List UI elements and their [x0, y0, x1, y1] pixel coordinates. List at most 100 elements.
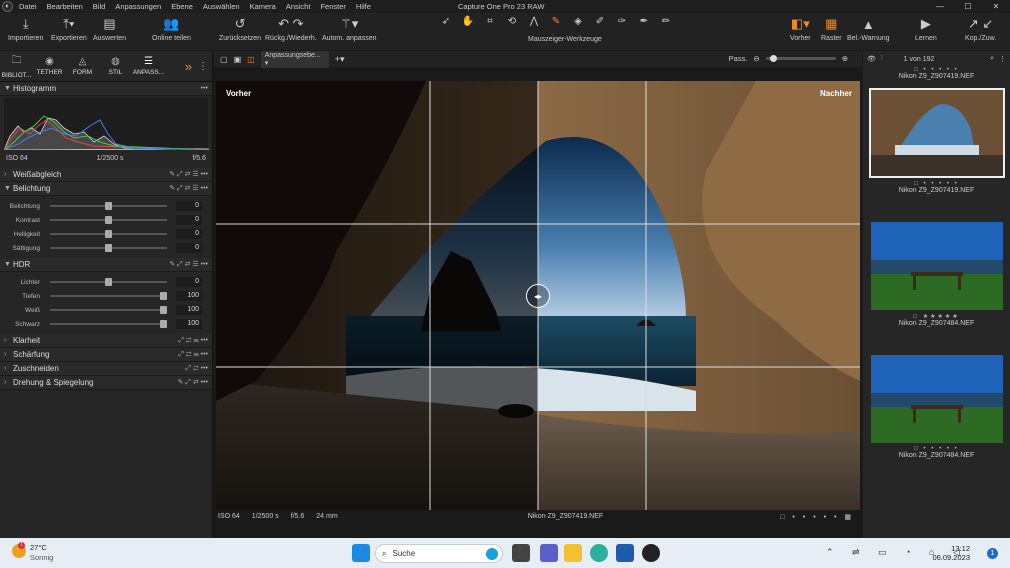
menu-anpassungen[interactable]: Anpassungen	[115, 2, 161, 11]
photo-canvas[interactable]: ◂▸ Vorher Nachher	[216, 81, 860, 510]
exposure-slider[interactable]: Belichtung 0	[0, 199, 212, 213]
more-icon[interactable]: ⋮	[198, 61, 208, 72]
menu-ansicht[interactable]: Ansicht	[286, 2, 311, 11]
saturation-value[interactable]: 0	[176, 243, 202, 253]
slider-knob[interactable]	[105, 202, 112, 210]
menu-kamera[interactable]: Kamera	[250, 2, 276, 11]
slider-knob[interactable]	[160, 306, 167, 314]
zoom-slider[interactable]	[765, 55, 836, 62]
eraser-tool-icon[interactable]: ◈	[569, 16, 587, 27]
minimize-icon[interactable]: —	[926, 0, 954, 13]
app-logo-icon[interactable]: ◐	[2, 1, 13, 12]
sharpening-header[interactable]: › Schärfung ⤢ ⇄ ☰ •••	[0, 348, 212, 362]
menu-ebene[interactable]: Ebene	[171, 2, 193, 11]
brightness-value[interactable]: 0	[176, 229, 202, 239]
rating-dots[interactable]: □ • • • • • ▦	[780, 513, 854, 521]
section-tools-icon[interactable]: ⤢ ⇄ ☰ •••	[178, 351, 212, 359]
brightness-track[interactable]	[50, 230, 167, 238]
slider-knob[interactable]	[160, 292, 167, 300]
rotate-tool-icon[interactable]: ⟲	[503, 16, 521, 27]
tab-library[interactable]: 🗀 BIBLIOT...	[0, 51, 33, 81]
menu-auswaehlen[interactable]: Auswählen	[203, 2, 240, 11]
search-icon[interactable]: ⌕	[990, 55, 994, 63]
menu-fenster[interactable]: Fenster	[320, 2, 345, 11]
highlights-slider[interactable]: Lichter 0	[0, 275, 212, 289]
picker-tool-icon[interactable]: ✒	[635, 16, 653, 27]
saturation-track[interactable]	[50, 244, 167, 252]
shadows-slider[interactable]: Tiefen 100	[0, 289, 212, 303]
compare-view-icon[interactable]: ◫	[247, 55, 255, 64]
thumbnail[interactable]	[870, 222, 1003, 310]
white-track[interactable]	[50, 306, 167, 314]
section-tools-icon[interactable]: ✎ ⤢ ⇄ ☰ •••	[169, 184, 212, 193]
section-tools-icon[interactable]: ✎ ⤢ ⇄ ☰ •••	[169, 260, 212, 269]
auto-adjust-button[interactable]: ⚚▾ Autom. anpassen	[322, 13, 376, 42]
black-slider[interactable]: Schwarz 100	[0, 317, 212, 331]
store-icon[interactable]	[616, 544, 634, 562]
fit-label[interactable]: Pass.	[729, 54, 748, 63]
file-explorer-icon[interactable]	[564, 544, 582, 562]
share-online-button[interactable]: 👥 Online teilen	[152, 13, 191, 42]
exposure-header[interactable]: ▼ Belichtung ✎ ⤢ ⇄ ☰ •••	[0, 182, 212, 196]
section-more-icon[interactable]: •••	[201, 85, 212, 92]
thumbnail-selected[interactable]	[868, 88, 1005, 178]
notification-badge[interactable]: 1	[987, 548, 998, 559]
section-tools-icon[interactable]: ⤢ ⇄ •••	[186, 365, 212, 373]
contrast-track[interactable]	[50, 216, 167, 224]
grid-button[interactable]: ▦ Raster	[821, 13, 842, 42]
expand-tabs-icon[interactable]: »	[185, 59, 192, 74]
thumb-rating[interactable]: □ ★★★★★	[863, 313, 1010, 320]
keystone-tool-icon[interactable]: ⋀	[525, 16, 543, 27]
brush-tool-icon[interactable]: ✎	[547, 16, 565, 27]
layer-dropdown[interactable]: Anpassungsebe... ▾	[260, 50, 329, 68]
menu-bearbeiten[interactable]: Bearbeiten	[47, 2, 83, 11]
menu-bild[interactable]: Bild	[93, 2, 106, 11]
tab-style[interactable]: ◍ STIL	[99, 51, 132, 81]
close-icon[interactable]: ✕	[982, 0, 1010, 13]
pointer-tool-icon[interactable]: ➶	[437, 16, 455, 27]
teams-icon[interactable]	[540, 544, 558, 562]
compare-split-handle[interactable]: ◂▸	[526, 284, 550, 308]
menu-datei[interactable]: Datei	[19, 2, 37, 11]
zoom-in-icon[interactable]: ⊕	[842, 54, 848, 63]
contrast-slider[interactable]: Kontrast 0	[0, 213, 212, 227]
undo-redo-button[interactable]: ↶ ↷ Rückg./Wiederh.	[265, 13, 317, 42]
saturation-slider[interactable]: Sättigung 0	[0, 241, 212, 255]
white-value[interactable]: 100	[176, 305, 202, 315]
tab-adjust[interactable]: ☰ ANPASS...	[132, 51, 165, 81]
maximize-icon[interactable]: ☐	[954, 0, 982, 13]
thumbnail[interactable]	[870, 355, 1003, 443]
highlights-value[interactable]: 0	[176, 277, 202, 287]
black-value[interactable]: 100	[176, 319, 202, 329]
reset-button[interactable]: ↺ Zurücksetzen	[219, 13, 261, 42]
slider-knob[interactable]	[105, 278, 112, 286]
clone-tool-icon[interactable]: ✑	[613, 16, 631, 27]
zoom-out-icon[interactable]: ⊖	[753, 54, 759, 63]
section-tools-icon[interactable]: ✎ ⤢ ⇄ •••	[177, 378, 212, 387]
histogram-header[interactable]: ▼ Histogramm •••	[0, 82, 212, 96]
slider-knob[interactable]	[160, 320, 167, 328]
more-icon[interactable]: ⋮	[999, 55, 1006, 63]
tray-icons[interactable]: ⌃ ⇌ ▭ ◔ ⌂ ◁	[826, 547, 968, 558]
exposure-warning-button[interactable]: ▲ Bel.-Warnung	[847, 13, 890, 43]
eye-icon[interactable]: 👁	[867, 55, 876, 63]
multi-view-icon[interactable]: ▣	[234, 55, 242, 64]
single-view-icon[interactable]: ▢	[220, 55, 228, 64]
shadows-track[interactable]	[50, 292, 167, 300]
bing-icon[interactable]	[486, 547, 498, 560]
annotate-tool-icon[interactable]: ✏	[657, 16, 675, 27]
section-tools-icon[interactable]: ✎ ⤢ ⇄ ☰ •••	[169, 170, 212, 179]
section-tools-icon[interactable]: ⤢ ⇄ ☰ •••	[178, 337, 212, 345]
import-button[interactable]: ⤓ Importieren	[8, 13, 43, 42]
task-view-icon[interactable]	[512, 544, 530, 562]
filter-icon[interactable]: ⫶	[881, 55, 883, 63]
slider-knob[interactable]	[105, 230, 112, 238]
capture-one-taskbar-icon[interactable]	[642, 544, 660, 562]
menu-hilfe[interactable]: Hilfe	[356, 2, 371, 11]
zoom-knob[interactable]	[769, 55, 777, 62]
crop-header[interactable]: › Zuschneiden ⤢ ⇄ •••	[0, 362, 212, 376]
shadows-value[interactable]: 100	[176, 291, 202, 301]
edge-icon[interactable]	[590, 544, 608, 562]
white-balance-header[interactable]: › Weißabgleich ✎ ⤢ ⇄ ☰ •••	[0, 168, 212, 182]
copy-apply-button[interactable]: ↗ ↙ Kop./Zuw.	[965, 13, 996, 42]
